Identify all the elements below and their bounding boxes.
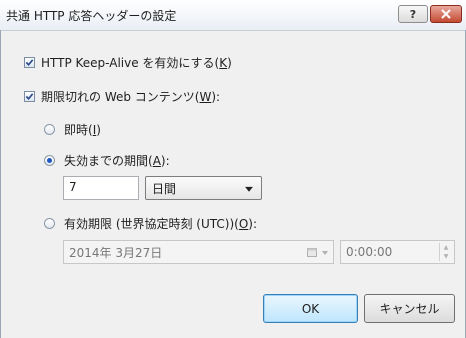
after-option[interactable]: 失効までの期間(A): (44, 152, 170, 169)
immediately-radio[interactable] (44, 124, 55, 135)
after-radio[interactable] (44, 155, 55, 166)
check-icon (25, 93, 34, 100)
chevron-down-icon (322, 251, 328, 255)
on-label: 有効期限 (世界協定時刻 (UTC))(O): (64, 217, 258, 231)
window-border-left (0, 30, 1, 338)
after-value-text: 7 (69, 180, 77, 194)
keep-alive-label: HTTP Keep-Alive を有効にする(K) (41, 56, 232, 70)
keep-alive-checkbox[interactable] (24, 57, 35, 68)
ok-button-label: OK (301, 301, 320, 316)
radio-selected-dot (47, 158, 52, 163)
ok-button[interactable]: OK (263, 294, 358, 323)
date-picker[interactable]: 2014年 3月27日 (63, 240, 334, 264)
check-icon (25, 59, 34, 66)
chevron-down-icon (245, 186, 253, 192)
help-icon: ? (409, 7, 417, 21)
calendar-icon (307, 248, 317, 257)
time-value: 0:00:00 (346, 245, 393, 259)
spin-up-icon[interactable]: ▲ (440, 243, 452, 252)
title-bar: 共通 HTTP 応答ヘッダーの設定 ? (0, 0, 466, 31)
spin-down-icon[interactable]: ▼ (440, 252, 452, 261)
keep-alive-option[interactable]: HTTP Keep-Alive を有効にする(K) (24, 54, 232, 71)
time-spinner[interactable]: ▲ ▼ (439, 243, 452, 261)
after-label: 失効までの期間(A): (64, 154, 170, 168)
expire-content-label: 期限切れの Web コンテンツ(W): (41, 90, 221, 104)
immediately-option[interactable]: 即時(I) (44, 121, 101, 138)
on-radio[interactable] (44, 218, 55, 229)
on-option[interactable]: 有効期限 (世界協定時刻 (UTC))(O): (44, 215, 257, 232)
cancel-button-label: キャンセル (379, 302, 440, 316)
help-button[interactable]: ? (398, 5, 428, 23)
expire-content-option[interactable]: 期限切れの Web コンテンツ(W): (24, 88, 220, 105)
immediately-label: 即時(I) (64, 123, 101, 137)
time-picker[interactable]: 0:00:00 ▲ ▼ (340, 240, 455, 264)
after-value-input[interactable]: 7 (63, 176, 139, 200)
close-button[interactable] (430, 5, 462, 23)
expire-content-checkbox[interactable] (24, 91, 35, 102)
cancel-button[interactable]: キャンセル (364, 294, 455, 323)
after-unit-select[interactable]: 日間 (145, 176, 262, 200)
after-unit-text: 日間 (152, 181, 177, 196)
window-title: 共通 HTTP 応答ヘッダーの設定 (6, 9, 177, 23)
date-value: 2014年 3月27日 (69, 245, 163, 260)
close-icon (441, 9, 451, 19)
